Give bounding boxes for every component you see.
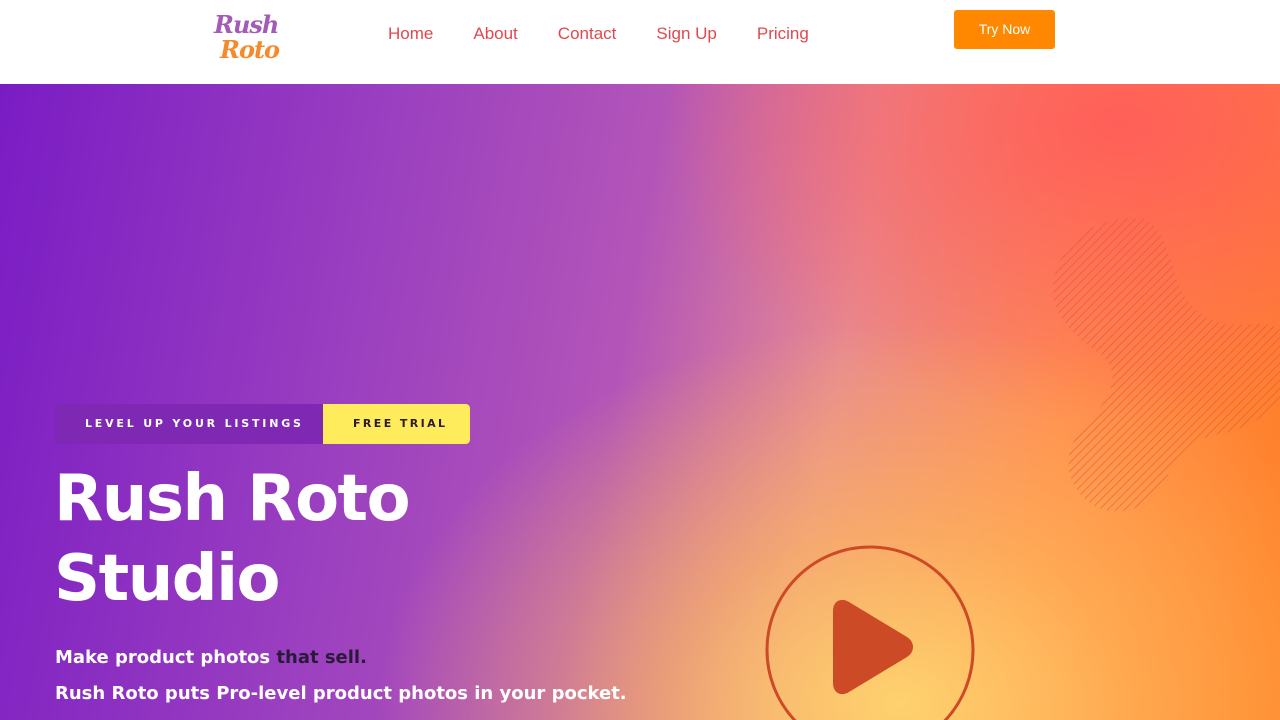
hero-title-line-1: Rush Roto	[54, 462, 411, 536]
brand-logo[interactable]: Rush Roto	[214, 10, 280, 70]
try-now-button[interactable]: Try Now	[954, 10, 1055, 49]
hero-title: Rush Roto Studio	[54, 459, 411, 619]
hero-subtitle-highlight: that sell.	[276, 647, 367, 668]
hero-subtitle: Make product photos that sell.	[55, 646, 367, 670]
logo-line-2: Roto	[220, 35, 280, 64]
main-nav: Home About Contact Sign Up Pricing	[388, 22, 809, 46]
nav-link-home[interactable]: Home	[388, 22, 433, 46]
top-navbar: Rush Roto Home About Contact Sign Up Pri…	[0, 0, 1280, 84]
hero-title-line-2: Studio	[54, 542, 280, 616]
play-icon[interactable]	[765, 545, 975, 720]
hero-section: LEVEL UP YOUR LISTINGS FREE TRIAL Rush R…	[0, 84, 1280, 720]
hero-subtitle-main: Make product photos	[55, 647, 277, 668]
hatched-blob-shape	[1052, 219, 1280, 512]
pill-free-trial-button[interactable]: FREE TRIAL	[323, 404, 470, 444]
hero-tagline-pill: LEVEL UP YOUR LISTINGS FREE TRIAL	[55, 404, 470, 444]
pill-level-up: LEVEL UP YOUR LISTINGS	[55, 404, 323, 444]
nav-link-sign-up[interactable]: Sign Up	[656, 22, 716, 46]
logo-line-1: Rush	[214, 10, 279, 39]
nav-link-pricing[interactable]: Pricing	[757, 22, 809, 46]
nav-link-about[interactable]: About	[473, 22, 517, 46]
hero-description: Rush Roto puts Pro-level product photos …	[55, 683, 627, 704]
nav-link-contact[interactable]: Contact	[558, 22, 617, 46]
